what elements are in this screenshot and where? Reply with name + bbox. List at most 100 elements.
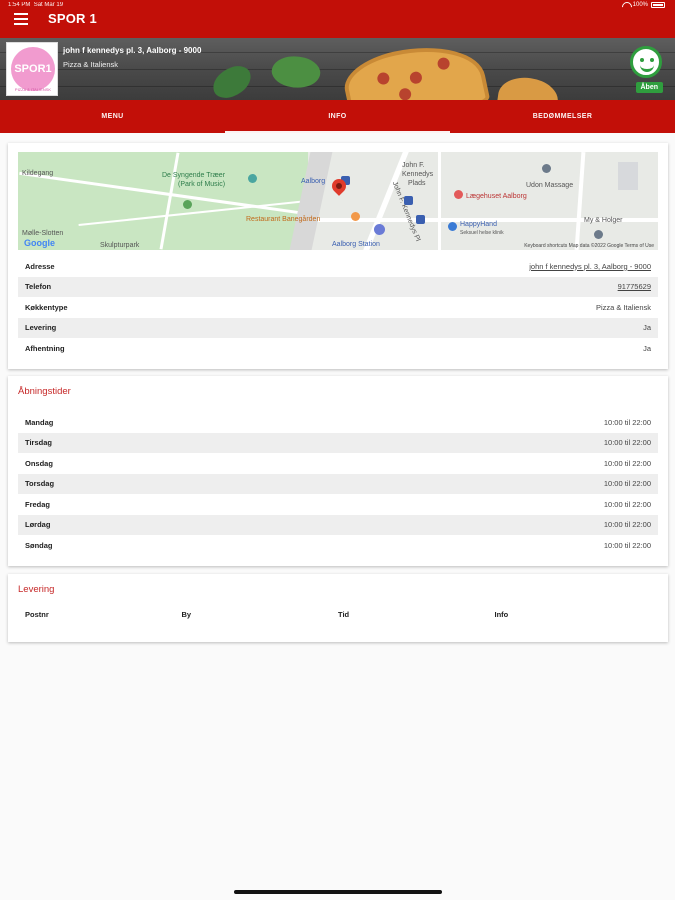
day-label: Fredag: [25, 499, 51, 509]
info-row-phone: Telefon 91775629: [18, 276, 658, 297]
clinic-poi-icon: [448, 222, 457, 231]
map-building: [618, 162, 638, 190]
map-label: Mølle-Slotten: [22, 230, 64, 237]
info-label: Køkkentype: [25, 302, 68, 312]
map-label: Aalborg Station: [332, 241, 380, 248]
info-row-cuisine: Køkkentype Pizza & Italiensk: [18, 297, 658, 318]
info-label: Adresse: [25, 261, 55, 271]
hours-row: Tirsdag 10:00 til 22:00: [18, 432, 658, 453]
restaurant-address-title: john f kennedys pl. 3, Aalborg - 9000: [63, 46, 202, 55]
map-label: Skulpturpark: [100, 242, 140, 249]
pizza-slice-image: [339, 38, 491, 100]
map-label: John F. Kennedys Pl: [390, 180, 422, 243]
location-map[interactable]: Kildegang De Syngende Træer (Park of Mus…: [18, 152, 658, 250]
map-label: Kennedys: [402, 171, 434, 178]
map-label: De Syngende Træer: [162, 172, 226, 179]
google-logo: Google: [24, 238, 55, 248]
restaurant-poi-icon: [351, 212, 360, 221]
day-label: Mandag: [25, 417, 54, 427]
shop-poi-icon: [542, 164, 551, 173]
bus-stop-icon: [416, 215, 425, 224]
bus-stop-icon: [404, 196, 413, 205]
logo-mark: SPOR1: [11, 47, 55, 91]
address-link[interactable]: john f kennedys pl. 3, Aalborg - 9000: [529, 262, 651, 271]
column-header-tid: Tid: [338, 610, 350, 619]
tab-info[interactable]: INFO: [225, 100, 450, 133]
hours-row: Lørdag 10:00 til 22:00: [18, 514, 658, 535]
battery-icon: [651, 2, 665, 8]
info-table: Adresse john f kennedys pl. 3, Aalborg -…: [18, 256, 658, 359]
app-bar: 1:54 PM Sat Mar 19 100% SPOR 1: [0, 0, 675, 38]
map-attribution[interactable]: Keyboard shortcuts Map data ©2022 Google…: [524, 243, 654, 249]
hours-value: 10:00 til 22:00: [603, 520, 651, 530]
parking-icon: [374, 224, 385, 235]
status-time-date: 1:54 PM Sat Mar 19: [8, 2, 63, 8]
pizza-slice-image: [495, 74, 561, 100]
day-label: Lørdag: [25, 520, 51, 530]
restaurant-banner: SPOR1 PIZZA & ITALIENSK john f kennedys …: [0, 38, 675, 100]
shop-poi-icon: [594, 230, 603, 239]
tab-bar: MENU INFO BEDØMMELSER: [0, 100, 675, 133]
section-title: Åbningstider: [18, 386, 71, 397]
info-label: Afhentning: [25, 343, 65, 353]
basil-leaf-image: [208, 62, 256, 100]
home-indicator[interactable]: [234, 890, 442, 894]
info-row-pickup: Afhentning Ja: [18, 338, 658, 359]
hours-table: Mandag 10:00 til 22:00 Tirsdag 10:00 til 2…: [18, 412, 658, 556]
opening-hours-card: Åbningstider Mandag 10:00 til 22:00 Tirsd…: [8, 376, 668, 566]
hours-row: Mandag 10:00 til 22:00: [18, 412, 658, 433]
map-label: Plads: [408, 180, 426, 187]
tab-menu[interactable]: MENU: [0, 100, 225, 133]
smiley-inspection-icon: [630, 46, 662, 78]
info-row-delivery: Levering Ja: [18, 317, 658, 338]
info-row-address: Adresse john f kennedys pl. 3, Aalborg -…: [18, 256, 658, 277]
day-label: Søndag: [25, 540, 53, 550]
basil-leaf-image: [268, 50, 324, 94]
delivery-card: Levering Postnr By Tid Info: [8, 574, 668, 642]
hours-value: 10:00 til 22:00: [603, 499, 651, 509]
tab-reviews[interactable]: BEDØMMELSER: [450, 100, 675, 133]
app-title: SPOR 1: [48, 11, 97, 26]
hours-value: 10:00 til 22:00: [603, 479, 651, 489]
map-label: My & Holger: [584, 217, 623, 224]
restaurant-cuisine: Pizza & Italiensk: [63, 60, 119, 69]
hours-value: 10:00 til 22:00: [603, 540, 651, 550]
info-label: Levering: [25, 323, 57, 333]
phone-link[interactable]: 91775629: [618, 282, 651, 291]
status-time: 1:54 PM: [8, 2, 31, 8]
section-title: Levering: [18, 584, 55, 595]
column-header-by: By: [181, 610, 192, 619]
map-label: Lægehuset Aalborg: [466, 193, 527, 200]
info-card: Kildegang De Syngende Træer (Park of Mus…: [8, 143, 668, 369]
column-header-info: Info: [494, 610, 509, 619]
map-label: John F.: [402, 162, 425, 169]
hours-value: 10:00 til 22:00: [603, 438, 651, 448]
hours-row: Fredag 10:00 til 22:00: [18, 494, 658, 515]
status-bar: 1:54 PM Sat Mar 19 100%: [0, 0, 675, 10]
wifi-icon: [622, 2, 630, 8]
status-date: Sat Mar 19: [33, 2, 64, 8]
map-label: (Park of Music): [178, 181, 226, 188]
map-label: Restaurant Banegården: [246, 216, 321, 223]
clinic-poi-icon: [454, 190, 463, 199]
day-label: Onsdag: [25, 458, 53, 468]
info-value: Pizza & Italiensk: [595, 302, 651, 312]
info-value: Ja: [643, 323, 651, 333]
map-label: Seksuel helse klinik: [460, 230, 504, 236]
battery-percent: 100%: [632, 2, 648, 8]
map-label: HappyHand: [460, 221, 497, 228]
hours-row: Torsdag 10:00 til 22:00: [18, 473, 658, 494]
hamburger-menu-icon[interactable]: [14, 13, 28, 25]
logo-subtitle: PIZZA & ITALIENSK: [14, 87, 52, 92]
restaurant-logo: SPOR1 PIZZA & ITALIENSK: [6, 42, 58, 96]
hours-row: Onsdag 10:00 til 22:00: [18, 453, 658, 474]
park-poi-icon: [183, 200, 192, 209]
hours-row: Søndag 10:00 til 22:00: [18, 535, 658, 556]
hours-value: 10:00 til 22:00: [603, 458, 651, 468]
info-value: Ja: [643, 343, 651, 353]
day-label: Torsdag: [25, 479, 55, 489]
map-label: Kildegang: [22, 170, 54, 177]
column-header-postnr: Postnr: [25, 610, 49, 619]
info-label: Telefon: [25, 282, 52, 292]
open-status-badge: Åben: [635, 82, 663, 93]
